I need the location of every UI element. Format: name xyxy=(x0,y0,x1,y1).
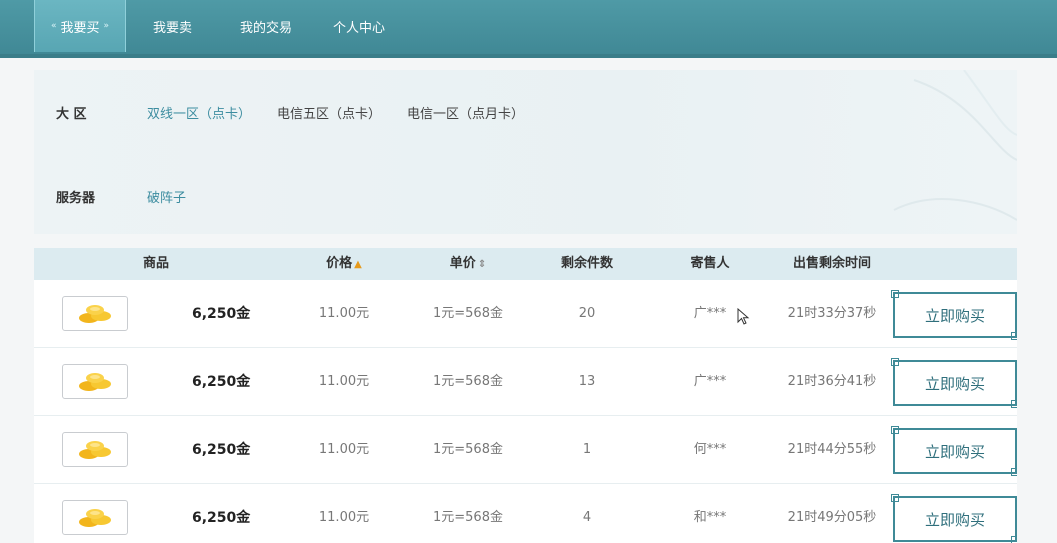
price: 11.00元 xyxy=(318,306,370,321)
unit-price: 1元=568金 xyxy=(433,306,503,321)
region-option[interactable]: 电信五区（点卡） xyxy=(277,103,381,122)
goods-amount: 6,250金 xyxy=(192,306,251,322)
filter-panel: 大 区 双线一区（点卡） 电信五区（点卡） 电信一区（点月卡） 服务器 破阵子 xyxy=(34,70,1017,234)
goods-amount: 6,250金 xyxy=(192,374,251,390)
seller: 和*** xyxy=(693,510,727,525)
buy-now-button[interactable]: 立即购买 xyxy=(891,494,1017,543)
sort-up-icon: ▲ xyxy=(354,259,362,270)
server-option[interactable]: 破阵子 xyxy=(147,187,186,206)
table-row: 6,250金 11.00元 1元=568金 20 广*** 21时33分37秒 … xyxy=(34,280,1017,348)
remaining-count: 13 xyxy=(578,374,596,389)
sort-toggle-icon: ⇕ xyxy=(477,259,487,270)
region-label: 大 区 xyxy=(56,107,87,122)
listing-table: 6,250金 11.00元 1元=568金 20 广*** 21时33分37秒 … xyxy=(34,280,1017,543)
cloud-pattern-decoration xyxy=(893,70,1017,221)
right-ornament-icon: » xyxy=(103,21,110,31)
header-goods: 商品 xyxy=(142,256,169,271)
header-seller: 寄售人 xyxy=(690,256,730,271)
goods-amount: 6,250金 xyxy=(192,442,251,458)
buy-now-button[interactable]: 立即购买 xyxy=(891,358,1017,408)
nav-tab-label: 我要买 xyxy=(60,20,100,36)
nav-tab-profile[interactable]: 个人中心 xyxy=(333,0,385,52)
time-left: 21时44分55秒 xyxy=(787,442,877,457)
server-label: 服务器 xyxy=(56,191,96,206)
seller: 广*** xyxy=(693,374,727,389)
buy-now-button[interactable]: 立即购买 xyxy=(891,426,1017,476)
nav-tab-buy[interactable]: « 我要买 » xyxy=(34,0,126,52)
table-header: 商品 价格 ▲ 单价 ⇕ 剩余件数 寄售人 出售剩余时间 xyxy=(34,248,1017,280)
nav-tab-label: 个人中心 xyxy=(333,20,386,36)
goods-amount: 6,250金 xyxy=(192,510,251,526)
header-price-label: 价格 xyxy=(326,256,353,271)
header-unit-price-label: 单价 xyxy=(449,256,476,271)
unit-price: 1元=568金 xyxy=(433,442,503,457)
table-row: 6,250金 11.00元 1元=568金 1 何*** 21时44分55秒 立… xyxy=(34,416,1017,484)
nav-tab-sell[interactable]: 我要卖 xyxy=(153,0,192,52)
gold-ingot-icon xyxy=(62,296,128,331)
nav-tab-label: 我的交易 xyxy=(240,20,293,36)
region-option[interactable]: 双线一区（点卡） xyxy=(147,103,251,122)
left-ornament-icon: « xyxy=(50,21,57,31)
unit-price: 1元=568金 xyxy=(433,510,503,525)
time-left: 21时36分41秒 xyxy=(787,374,877,389)
time-left: 21时49分05秒 xyxy=(787,510,877,525)
price: 11.00元 xyxy=(318,374,370,389)
remaining-count: 20 xyxy=(578,306,596,321)
header-remaining: 剩余件数 xyxy=(560,256,613,271)
seller: 何*** xyxy=(693,442,727,457)
nav-tab-label: 我要卖 xyxy=(153,20,193,36)
nav-tab-my-trades[interactable]: 我的交易 xyxy=(240,0,292,52)
unit-price: 1元=568金 xyxy=(433,374,503,389)
gold-ingot-icon xyxy=(62,500,128,535)
gold-ingot-icon xyxy=(62,432,128,467)
header-price[interactable]: 价格 ▲ xyxy=(304,248,384,280)
table-row: 6,250金 11.00元 1元=568金 13 广*** 21时36分41秒 … xyxy=(34,348,1017,416)
header-unit-price[interactable]: 单价 ⇕ xyxy=(428,248,508,280)
time-left: 21时33分37秒 xyxy=(787,306,877,321)
header-time-left: 出售剩余时间 xyxy=(792,256,871,271)
price: 11.00元 xyxy=(318,442,370,457)
buy-now-button[interactable]: 立即购买 xyxy=(891,290,1017,340)
table-row: 6,250金 11.00元 1元=568金 4 和*** 21时49分05秒 立… xyxy=(34,484,1017,543)
top-nav: « 我要买 » 我要卖 我的交易 个人中心 xyxy=(0,0,1057,58)
gold-ingot-icon xyxy=(62,364,128,399)
price: 11.00元 xyxy=(318,510,370,525)
region-option[interactable]: 电信一区（点月卡） xyxy=(407,103,524,122)
remaining-count: 4 xyxy=(582,510,592,525)
remaining-count: 1 xyxy=(582,442,592,457)
mouse-cursor-icon xyxy=(737,308,750,325)
